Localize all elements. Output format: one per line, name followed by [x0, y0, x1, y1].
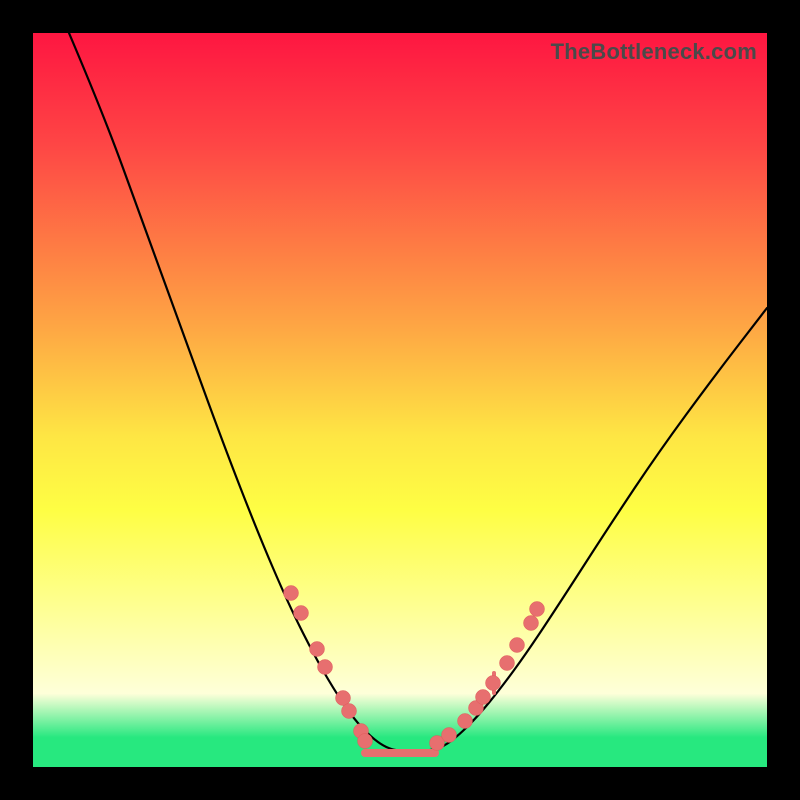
chart-overlay	[33, 33, 767, 767]
data-dot	[442, 728, 457, 743]
data-dot	[294, 606, 309, 621]
data-dot	[500, 656, 515, 671]
data-dot	[510, 638, 525, 653]
data-dot	[342, 704, 357, 719]
data-dot	[310, 642, 325, 657]
data-dot	[284, 586, 299, 601]
data-dot	[336, 691, 351, 706]
data-dots	[284, 586, 545, 751]
data-dot	[524, 616, 539, 631]
data-dot	[358, 734, 373, 749]
plot-area: TheBottleneck.com	[33, 33, 767, 767]
chart-frame: TheBottleneck.com	[0, 0, 800, 800]
data-dot	[486, 676, 501, 691]
bottleneck-curve	[69, 33, 767, 751]
data-dot	[530, 602, 545, 617]
data-dot	[458, 714, 473, 729]
data-dot	[318, 660, 333, 675]
data-dot	[476, 690, 491, 705]
